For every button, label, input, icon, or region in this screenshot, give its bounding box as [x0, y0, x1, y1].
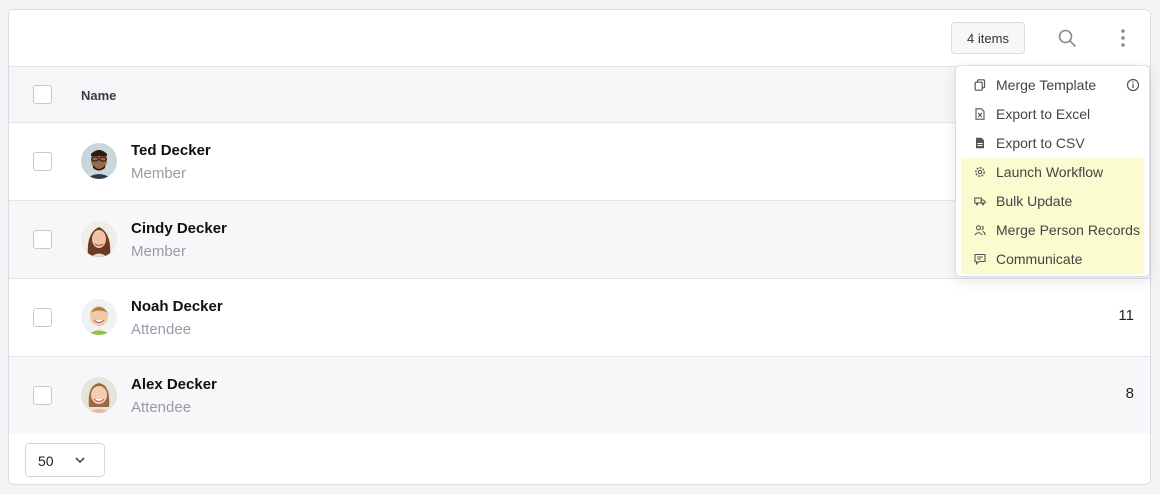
menu-item-label: Communicate — [996, 251, 1083, 267]
menu-item-label: Export to Excel — [996, 106, 1091, 122]
message-icon — [974, 253, 986, 265]
row-checkbox[interactable] — [33, 230, 52, 249]
page-size-value: 50 — [38, 453, 54, 469]
menu-item-bulk-update[interactable]: Bulk Update — [961, 187, 1144, 216]
copy-icon — [974, 79, 986, 91]
grid-actions-menu: Merge Template Export to Excel Export to… — [955, 65, 1150, 277]
table-row[interactable]: Noah Decker Attendee 11 — [9, 279, 1150, 357]
grid-footer: 50 — [9, 434, 1150, 484]
more-options-button[interactable] — [1109, 24, 1137, 52]
more-vertical-icon — [1121, 29, 1125, 47]
avatar — [81, 377, 117, 413]
person-role: Attendee — [131, 321, 192, 338]
column-header-name[interactable]: Name — [81, 88, 116, 103]
avatar — [81, 221, 117, 257]
avatar — [81, 299, 117, 335]
truck-icon — [974, 197, 986, 206]
menu-item-merge-template[interactable]: Merge Template — [961, 71, 1144, 100]
menu-item-label: Export to CSV — [996, 135, 1085, 151]
person-role: Attendee — [131, 399, 192, 416]
menu-item-export-csv[interactable]: Export to CSV — [961, 129, 1144, 158]
users-icon — [974, 225, 986, 236]
person-name[interactable]: Ted Decker — [131, 142, 211, 159]
menu-item-communicate[interactable]: Communicate — [961, 245, 1144, 274]
row-checkbox[interactable] — [33, 308, 52, 327]
select-all-checkbox[interactable] — [33, 85, 52, 104]
search-icon — [1058, 29, 1076, 47]
grid-toolbar: 4 items — [9, 10, 1150, 66]
item-count-badge[interactable]: 4 items — [951, 22, 1025, 54]
gear-icon — [975, 167, 985, 177]
info-icon[interactable] — [1126, 78, 1140, 92]
row-checkbox[interactable] — [33, 152, 52, 171]
person-name[interactable]: Noah Decker — [131, 298, 223, 315]
chevron-down-icon — [75, 457, 85, 464]
person-name[interactable]: Cindy Decker — [131, 220, 227, 237]
csv-file-icon — [976, 137, 984, 149]
page-size-select[interactable]: 50 — [25, 443, 105, 477]
avatar — [81, 143, 117, 179]
menu-item-label: Launch Workflow — [996, 164, 1104, 180]
row-checkbox[interactable] — [33, 386, 52, 405]
menu-item-merge-person-records[interactable]: Merge Person Records — [961, 216, 1144, 245]
row-value: 11 — [1118, 307, 1134, 324]
row-value: 8 — [1125, 385, 1134, 402]
excel-file-icon — [975, 108, 985, 120]
table-row[interactable]: Alex Decker Attendee 8 — [9, 357, 1150, 435]
menu-item-label: Bulk Update — [996, 193, 1073, 209]
person-role: Member — [131, 165, 187, 182]
menu-item-export-excel[interactable]: Export to Excel — [961, 100, 1144, 129]
menu-item-label: Merge Template — [996, 77, 1097, 93]
person-role: Member — [131, 243, 187, 260]
menu-item-launch-workflow[interactable]: Launch Workflow — [961, 158, 1144, 187]
person-name[interactable]: Alex Decker — [131, 376, 217, 393]
search-button[interactable] — [1053, 24, 1081, 52]
menu-item-label: Merge Person Records — [996, 222, 1140, 238]
